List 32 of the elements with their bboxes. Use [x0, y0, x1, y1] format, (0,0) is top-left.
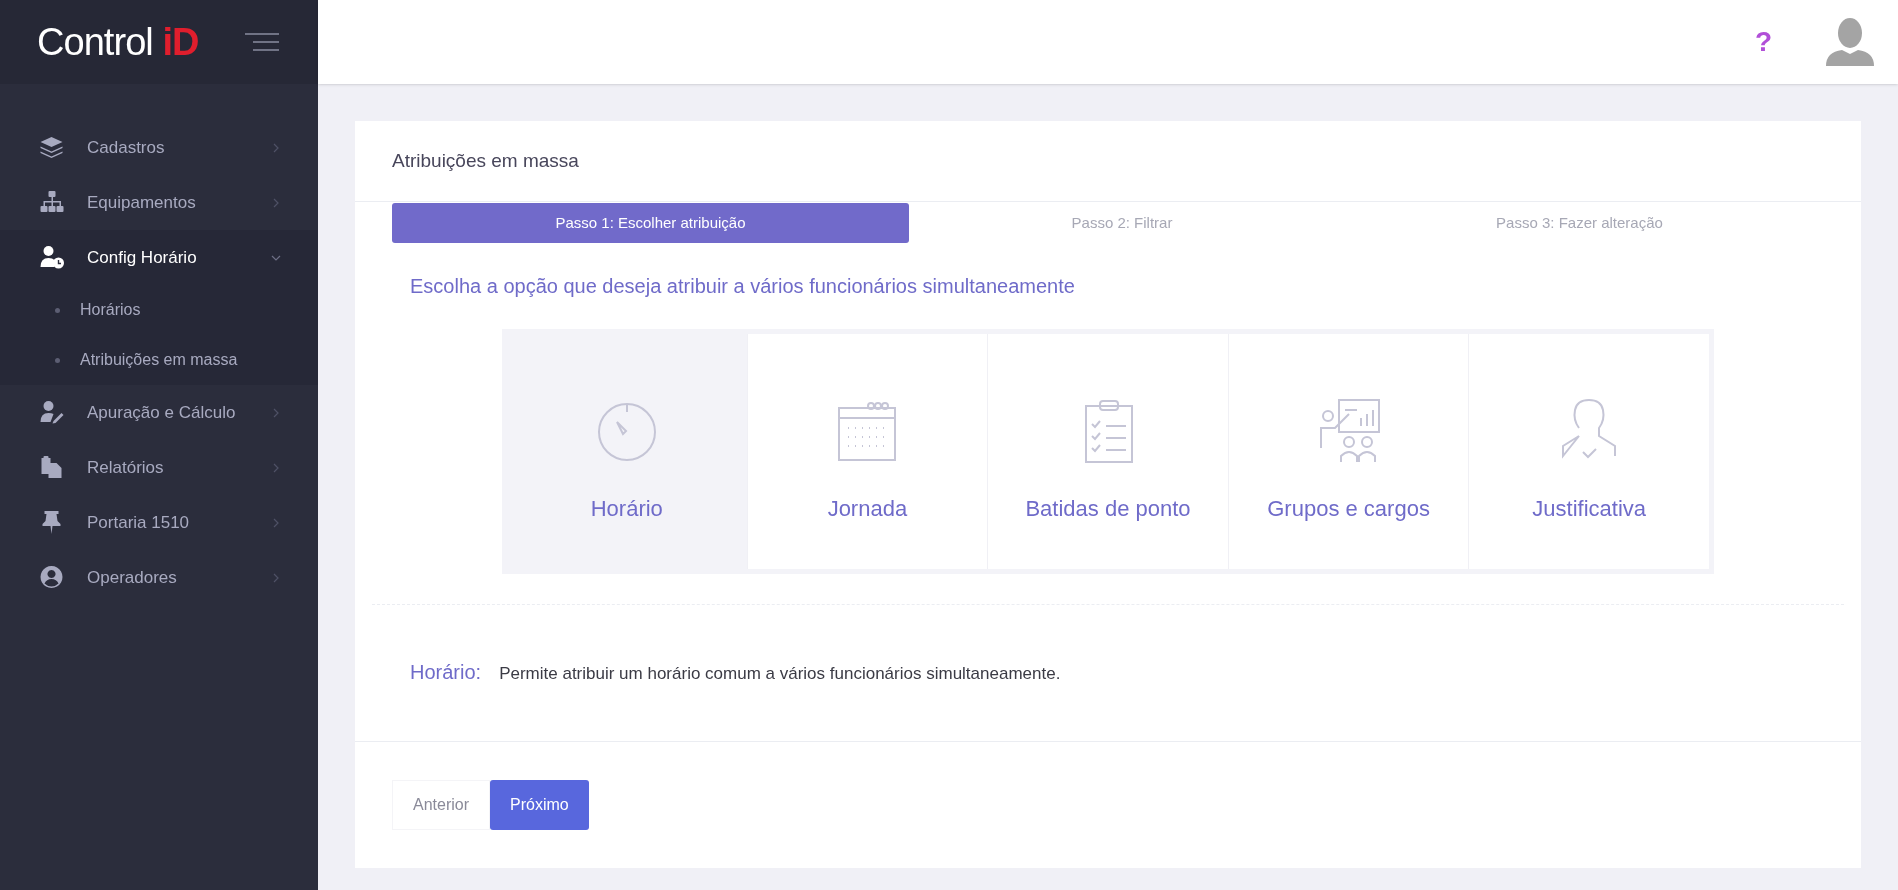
- chevron-right-icon: [271, 462, 281, 473]
- step-tab[interactable]: Passo 3: Fazer alteração: [1335, 203, 1824, 243]
- chevron-right-icon: [271, 572, 281, 583]
- chevron-right-icon: [271, 142, 281, 153]
- submenu-item[interactable]: Atribuições em massa: [0, 335, 318, 385]
- option-tile[interactable]: Batidas de ponto: [987, 334, 1228, 569]
- chevron-right-icon: [271, 407, 281, 418]
- option-tile[interactable]: Grupos e cargos: [1227, 334, 1469, 569]
- nav-item[interactable]: Apuração e Cálculo: [0, 385, 318, 440]
- option-tile[interactable]: Jornada: [746, 334, 988, 569]
- nav-item[interactable]: Equipamentos: [0, 175, 318, 230]
- help-icon[interactable]: ?: [1754, 21, 1772, 63]
- description-text: Permite atribuir um horário comum a vários funcionários simultaneamente.: [499, 663, 1061, 685]
- nav-item[interactable]: Relatórios: [0, 440, 318, 495]
- logo: Control iD: [37, 23, 199, 61]
- step-tab[interactable]: Passo 2: Filtrar: [909, 203, 1335, 243]
- submenu-item[interactable]: Horários: [0, 285, 318, 335]
- prompt-text: Escolha a opção que deseja atribuir a vários funcionários simultaneamente: [409, 274, 1076, 299]
- menu-icon[interactable]: [245, 32, 281, 52]
- card-title: Atribuições em massa: [392, 148, 579, 173]
- nav-item[interactable]: Operadores: [0, 550, 318, 605]
- chevron-right-icon: [271, 197, 281, 208]
- next-button[interactable]: Próximo: [490, 780, 589, 830]
- option-tile[interactable]: Justificativa: [1468, 334, 1709, 569]
- nav-item[interactable]: Cadastros: [0, 120, 318, 175]
- avatar-icon[interactable]: [1824, 16, 1876, 68]
- nav-item[interactable]: Config Horário: [0, 230, 318, 285]
- step-tab[interactable]: Passo 1: Escolher atribuição: [392, 203, 909, 243]
- description-label: Horário:: [410, 660, 482, 685]
- previous-button[interactable]: Anterior: [392, 780, 491, 830]
- chevron-right-icon: [271, 517, 281, 528]
- nav-item[interactable]: Portaria 1510: [0, 495, 318, 550]
